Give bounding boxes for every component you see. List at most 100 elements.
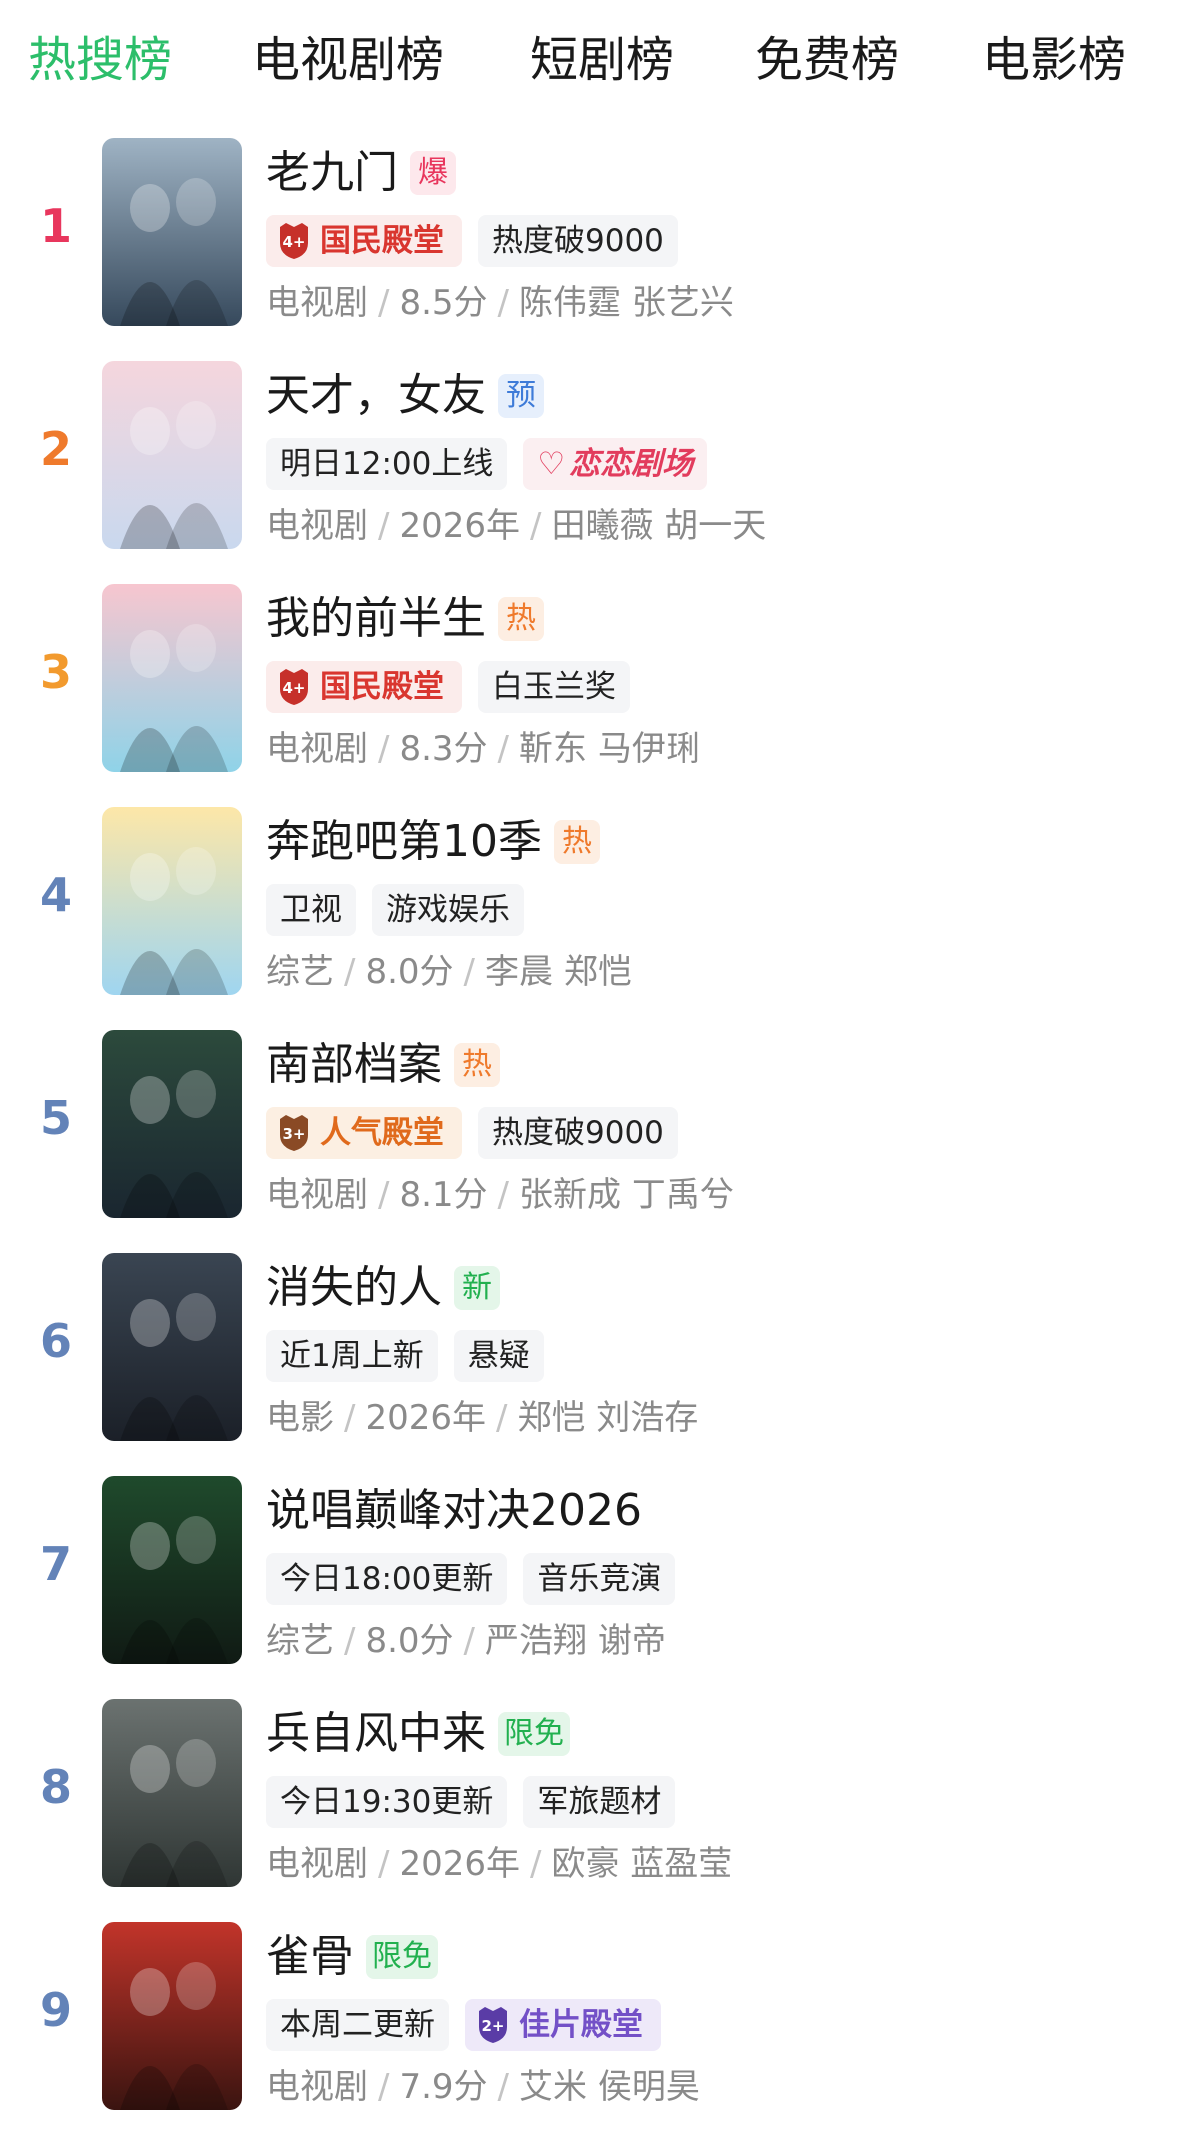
- tag-line: 近1周上新 悬疑: [266, 1329, 560, 1383]
- list-item[interactable]: 5 南部档案热 3+ 人气殿堂 热度破9000 电视剧/8.1分 / 张新成 丁禹兮: [0, 1030, 1198, 1252]
- poster-image[interactable]: [102, 1699, 242, 1887]
- cast-label: 田曦薇 胡一天: [551, 506, 767, 546]
- hall-label: 国民殿堂: [320, 223, 444, 259]
- list-item[interactable]: 6 消失的人新近1周上新 悬疑电影/2026年 / 郑恺 刘浩存: [0, 1253, 1198, 1475]
- poster-image[interactable]: [102, 584, 242, 772]
- rank-number: 4: [39, 868, 72, 922]
- separator: /: [378, 2067, 390, 2107]
- category-label: 综艺: [266, 1621, 334, 1661]
- rank-number: 6: [39, 1314, 72, 1368]
- category-label: 电视剧: [266, 1175, 368, 1215]
- poster-image[interactable]: [102, 807, 242, 995]
- tab-hot-search[interactable]: 热搜榜: [28, 22, 172, 98]
- separator: /: [378, 506, 390, 546]
- svg-text:4+: 4+: [282, 679, 305, 697]
- category-label: 电视剧: [266, 2067, 368, 2107]
- status-badge: 预: [498, 374, 544, 418]
- list-item[interactable]: 7 说唱巅峰对决2026 今日18:00更新 音乐竞演 综艺/8.0分 / 严浩翔 谢帝: [0, 1476, 1198, 1698]
- brand-label: 恋恋剧场: [569, 446, 694, 482]
- separator: /: [344, 952, 356, 992]
- rank-number: 5: [39, 1091, 72, 1145]
- tag-chip: 近1周上新: [266, 1330, 438, 1382]
- list-item[interactable]: 3 我的前半生热 4+ 国民殿堂 白玉兰奖 电视剧/8.3分 / 靳东 马伊琍: [0, 584, 1198, 806]
- title-line: 我的前半生热: [266, 590, 544, 648]
- show-title[interactable]: 说唱巅峰对决2026: [266, 1482, 642, 1540]
- ranking-page: 热搜榜 电视剧榜 短剧榜 免费榜 电影榜 1 老九门爆 4+ 国民殿堂 热度破90…: [0, 0, 1198, 2136]
- tab-movie[interactable]: 电影榜: [982, 22, 1126, 98]
- hall-label: 国民殿堂: [320, 669, 444, 705]
- poster-image[interactable]: [102, 1922, 242, 2110]
- hall-badge[interactable]: 2+ 佳片殿堂: [465, 1999, 661, 2051]
- cast-label: 严浩翔 谢帝: [485, 1621, 666, 1661]
- title-line: 老九门爆: [266, 144, 456, 202]
- brand-tag[interactable]: ♡ 恋恋剧场: [523, 438, 708, 490]
- category-label: 综艺: [266, 952, 334, 992]
- score-label: 2026年: [399, 506, 520, 546]
- cast-label: 欧豪 蓝盈莹: [551, 1844, 733, 1884]
- separator: /: [497, 1175, 510, 1215]
- tag-chip: 白玉兰奖: [478, 661, 630, 713]
- score-label: 8.1分: [399, 1175, 488, 1215]
- status-badge: 新: [454, 1266, 500, 1310]
- separator: /: [344, 1398, 356, 1438]
- list-item[interactable]: 1 老九门爆 4+ 国民殿堂 热度破9000 电视剧/8.5分 / 陈伟霆 张艺兴: [0, 138, 1198, 360]
- tab-free[interactable]: 免费榜: [755, 22, 899, 98]
- meta-line: 电视剧/8.1分 / 张新成 丁禹兮: [266, 1172, 734, 1218]
- separator: /: [497, 729, 510, 769]
- show-title[interactable]: 消失的人: [266, 1259, 442, 1317]
- poster-image[interactable]: [102, 1476, 242, 1664]
- separator: /: [463, 952, 476, 992]
- tag-chip: 军旅题材: [523, 1776, 676, 1828]
- score-label: 8.3分: [399, 729, 488, 769]
- tag-chip: 卫视: [266, 884, 356, 936]
- tab-short-drama[interactable]: 短剧榜: [530, 22, 674, 98]
- poster-image[interactable]: [102, 361, 242, 549]
- rank-number: 9: [39, 1983, 72, 2037]
- tag-line: 今日18:00更新 音乐竞演: [266, 1552, 691, 1606]
- tag-chip: 热度破9000: [478, 1107, 678, 1159]
- shield-icon: 3+: [276, 1113, 320, 1153]
- tag-chip: 今日19:30更新: [266, 1776, 508, 1828]
- cast-label: 李晨 郑恺: [485, 952, 632, 992]
- poster-image[interactable]: [102, 138, 242, 326]
- score-label: 2026年: [365, 1398, 486, 1438]
- svg-text:4+: 4+: [282, 233, 305, 251]
- rank-number: 1: [39, 199, 72, 253]
- poster-image[interactable]: [102, 1030, 242, 1218]
- rank-number: 2: [39, 422, 72, 476]
- meta-line: 综艺/8.0分 / 严浩翔 谢帝: [266, 1618, 666, 1664]
- list-item[interactable]: 4 奔跑吧第10季热卫视 游戏娱乐 综艺/8.0分 / 李晨 郑恺: [0, 807, 1198, 1029]
- meta-line: 电影/2026年 / 郑恺 刘浩存: [266, 1395, 698, 1441]
- poster-image[interactable]: [102, 1253, 242, 1441]
- hall-badge[interactable]: 4+ 国民殿堂: [266, 215, 462, 267]
- status-badge: 爆: [410, 151, 456, 195]
- cast-label: 靳东 马伊琍: [519, 729, 700, 769]
- list-item[interactable]: 2 天才，女友预明日12:00上线 ♡ 恋恋剧场 电视剧/2026年 / 田曦薇 胡一天: [0, 361, 1198, 583]
- show-title[interactable]: 我的前半生: [266, 590, 486, 648]
- status-badge: 热: [554, 820, 600, 864]
- show-title[interactable]: 南部档案: [266, 1036, 442, 1094]
- tag-line: 卫视 游戏娱乐: [266, 883, 540, 937]
- separator: /: [463, 1621, 476, 1661]
- list-item[interactable]: 8 兵自风中来 限免 今日19:30更新 军旅题材 电视剧/2026年 / 欧豪 蓝盈莹: [0, 1699, 1198, 1921]
- svg-text:2+: 2+: [481, 2017, 504, 2035]
- show-title[interactable]: 天才，女友: [266, 367, 486, 425]
- show-title[interactable]: 兵自风中来: [266, 1705, 486, 1763]
- tag-line: 3+ 人气殿堂 热度破9000: [266, 1106, 694, 1160]
- show-title[interactable]: 老九门: [266, 144, 398, 202]
- show-title[interactable]: 奔跑吧第10季: [266, 813, 542, 871]
- tag-line: 今日19:30更新 军旅题材: [266, 1775, 691, 1829]
- title-line: 天才，女友预: [266, 367, 544, 425]
- status-badge: 热: [498, 597, 544, 641]
- list-item[interactable]: 9 雀骨 限免 本周二更新 2+ 佳片殿堂 电视剧/7.9分 / 艾米 侯明昊: [0, 1922, 1198, 2136]
- separator: /: [378, 1175, 390, 1215]
- tab-tv-series[interactable]: 电视剧榜: [252, 22, 444, 98]
- hall-badge[interactable]: 3+ 人气殿堂: [266, 1107, 462, 1159]
- separator: /: [344, 1621, 356, 1661]
- hall-badge[interactable]: 4+ 国民殿堂: [266, 661, 462, 713]
- status-badge: 限免: [366, 1935, 438, 1979]
- show-title[interactable]: 雀骨: [266, 1928, 354, 1986]
- status-badge: 限免: [498, 1712, 570, 1756]
- heart-icon: ♡: [537, 446, 566, 482]
- category-label: 电视剧: [266, 506, 368, 546]
